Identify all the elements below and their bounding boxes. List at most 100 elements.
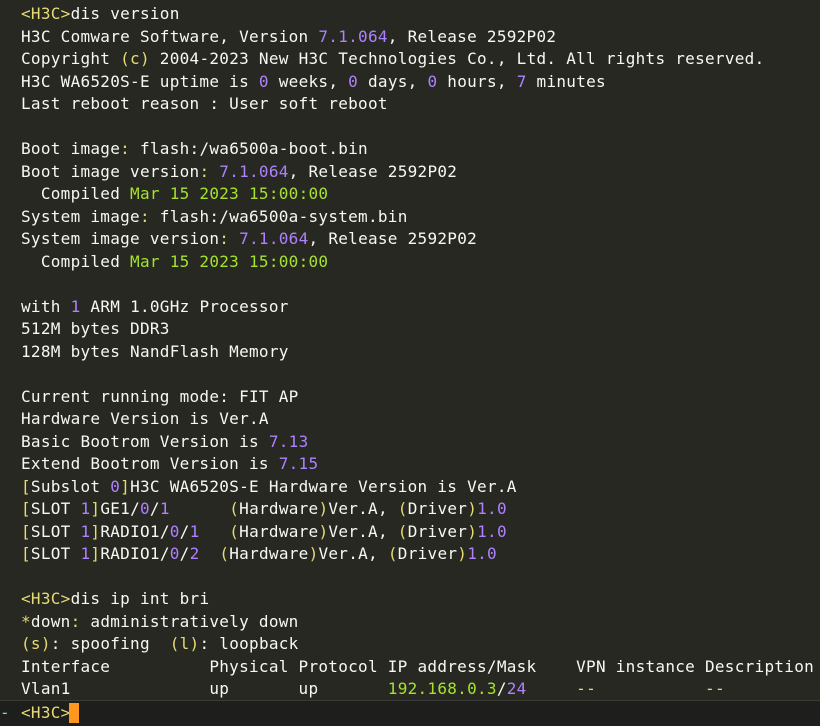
terminal-text: : [199, 161, 210, 181]
terminal-text: Hardware [239, 521, 319, 541]
terminal-text: Extend Bootrom Version is [21, 454, 279, 473]
terminal-line: System image version: 7.1.064, Release 2… [21, 228, 477, 250]
terminal-text: Mar 15 2023 15:00:00 [130, 251, 329, 271]
terminal-text: GE1/ [100, 499, 140, 518]
terminal-text: 512M bytes DDR3 [21, 319, 170, 338]
terminal-line: 128M bytes NandFlash Memory [21, 341, 289, 363]
terminal-text: -- [705, 679, 725, 698]
terminal-text: SLOT [30, 521, 81, 541]
terminal-text: ) [318, 521, 329, 541]
terminal-text: days, [358, 71, 428, 91]
terminal-text: administratively down [80, 611, 299, 631]
terminal-line: *down: administratively down [21, 611, 299, 633]
terminal-text: / [179, 521, 190, 541]
terminal-text: ] [90, 499, 101, 518]
terminal-text: 7.1.064 [219, 161, 289, 181]
prompt-bar[interactable]: - <H3C> [0, 700, 820, 726]
terminal-text: Driver [397, 544, 458, 563]
terminal-line: Extend Bootrom Version is 7.15 [21, 453, 318, 475]
terminal-text: / [496, 679, 507, 698]
terminal-line: Current running mode: FIT AP [21, 386, 299, 408]
terminal-text: 192.168.0.3 [387, 679, 497, 698]
terminal-text: / [149, 499, 160, 518]
terminal-line: Basic Bootrom Version is 7.13 [21, 431, 308, 453]
terminal-text: Current running mode: FIT AP [21, 386, 299, 406]
terminal-text: , Release 2592P02 [308, 229, 478, 248]
terminal-line: [Subslot 0]H3C WA6520S-E Hardware Versio… [21, 476, 517, 498]
terminal-text: flash:/wa6500a-system.bin [149, 206, 408, 226]
terminal-line: System image: flash:/wa6500a-system.bin [21, 206, 408, 228]
terminal-text: (l) [169, 634, 200, 653]
terminal-text: / [179, 544, 190, 563]
terminal-text: Subslot [30, 476, 111, 496]
terminal-text: Driver [407, 499, 468, 518]
terminal-text: H3C WA6520S-E Hardware Version is Ver.A [130, 476, 517, 496]
terminal-text: with [21, 296, 71, 316]
terminal-output[interactable]: <H3C>dis version H3C Comware Software, Ve… [0, 0, 820, 700]
terminal-text: System image version [21, 229, 220, 248]
terminal-text: ) [318, 499, 329, 518]
terminal-line: Last reboot reason : User soft reboot [21, 93, 388, 115]
terminal-text: 1 [159, 499, 170, 518]
terminal-line: <H3C>dis ip int bri [21, 588, 209, 610]
terminal-text: dis ip int bri [70, 589, 210, 608]
terminal-text: Boot image [21, 139, 121, 158]
terminal-text: <H3C> [21, 589, 71, 608]
terminal-line: Hardware Version is Ver.A [21, 408, 269, 430]
terminal-text: [ [21, 544, 31, 563]
terminal-text: 1.0 [467, 544, 497, 563]
terminal-text: ] [120, 476, 131, 496]
terminal-text: Hardware [239, 499, 319, 518]
terminal-text: 0 [110, 476, 121, 496]
terminal-text: H3C Comware Software, Version [21, 26, 319, 46]
line-marker: - [0, 703, 10, 722]
terminal-text: Compiled [21, 184, 131, 203]
terminal-text: -- [576, 679, 596, 698]
terminal-text: Mar 15 2023 15:00:00 [130, 184, 329, 203]
terminal-line: [SLOT 1]GE1/0/1 (Hardware)Ver.A, (Driver… [21, 498, 507, 520]
terminal-text: 1 [80, 544, 91, 563]
terminal-text: Interface Physical Protocol IP address/M… [21, 656, 815, 676]
terminal-line: Compiled Mar 15 2023 15:00:00 [21, 183, 328, 205]
terminal-line: Interface Physical Protocol IP address/M… [21, 656, 814, 678]
terminal-text: : spoofing [50, 634, 170, 653]
terminal-line: [SLOT 1]RADIO1/0/1 (Hardware)Ver.A, (Dri… [21, 521, 507, 543]
terminal-line: Boot image version: 7.1.064, Release 259… [21, 161, 457, 183]
terminal-text: ) [308, 544, 319, 563]
terminal-text: 2 [189, 544, 200, 563]
terminal-text: 1 [189, 521, 200, 541]
terminal-line: [SLOT 1]RADIO1/0/2 (Hardware)Ver.A, (Dri… [21, 543, 497, 565]
terminal-text: 7.13 [268, 431, 309, 451]
terminal-text: ] [90, 521, 101, 541]
terminal-line: Compiled Mar 15 2023 15:00:00 [21, 251, 328, 273]
terminal-text: ( [397, 499, 408, 518]
terminal-text: Ver.A, [328, 521, 398, 541]
terminal-text: Compiled [21, 251, 131, 271]
terminal-text: down [30, 611, 71, 631]
terminal-text: Basic Bootrom Version is [21, 431, 269, 451]
terminal-text: 7.15 [278, 454, 319, 473]
terminal-text: weeks, [268, 71, 349, 91]
terminal-text: , Release 2592P02 [288, 161, 458, 181]
terminal-text: SLOT [30, 499, 81, 518]
terminal-line: with 1 ARM 1.0GHz Processor [21, 296, 289, 318]
terminal-text: Ver.A, [328, 499, 398, 518]
terminal-text: 0 [427, 71, 438, 91]
terminal-text: 0 [169, 521, 180, 541]
terminal-text: 1 [70, 296, 81, 316]
terminal-text: 0 [348, 71, 359, 91]
terminal-text: Vlan1 up up [21, 679, 388, 698]
terminal-text: Hardware Version is Ver.A [21, 409, 269, 428]
terminal-text: : [120, 139, 131, 158]
terminal-text: 1 [80, 499, 91, 518]
terminal-text: 128M bytes NandFlash Memory [21, 341, 289, 361]
terminal-line: Vlan1 up up 192.168.0.3/24 -- -- [21, 678, 725, 700]
terminal-text: 0 [258, 71, 269, 91]
terminal-text: flash:/wa6500a-boot.bin [130, 139, 368, 158]
terminal-line: Copyright (c) 2004-2023 New H3C Technolo… [21, 48, 765, 70]
terminal-text: RADIO1/ [100, 521, 170, 541]
terminal-text: ( [387, 544, 398, 563]
